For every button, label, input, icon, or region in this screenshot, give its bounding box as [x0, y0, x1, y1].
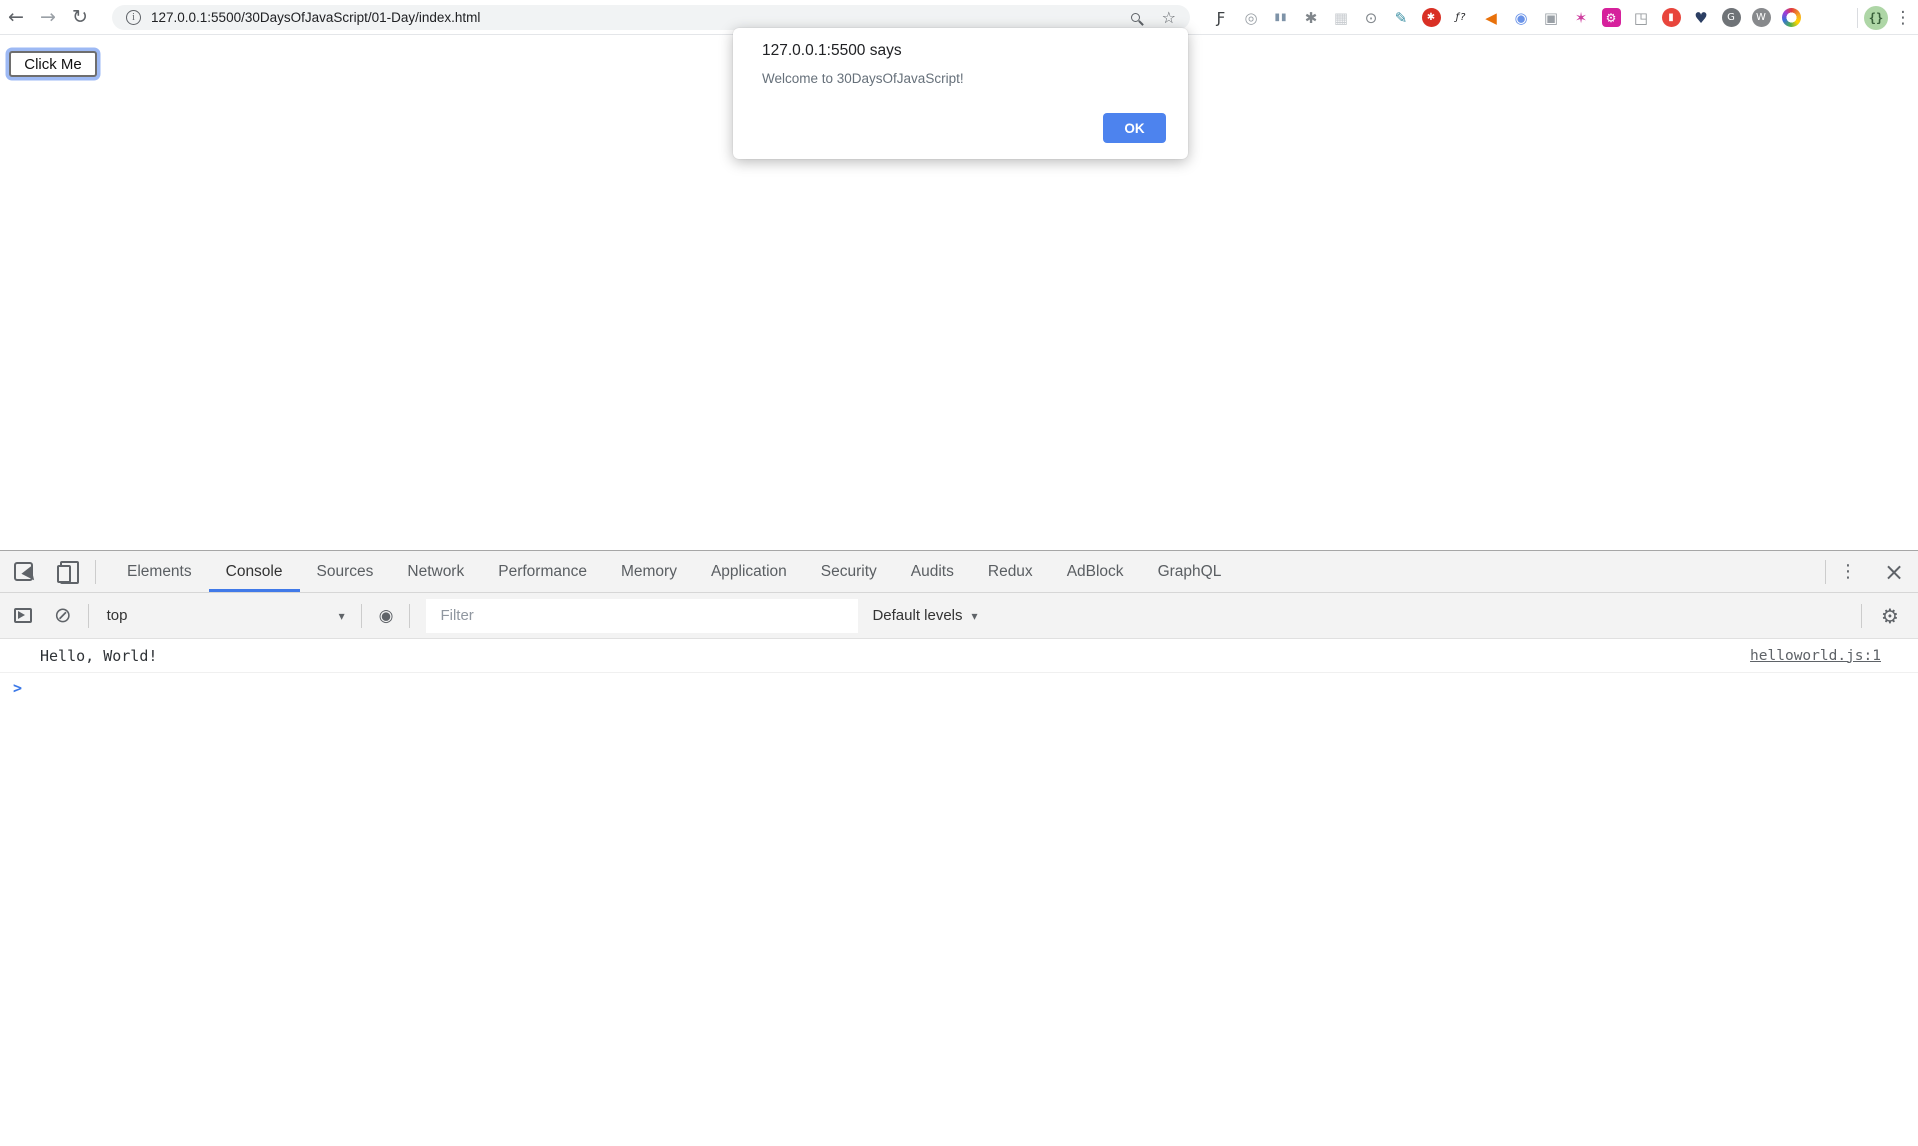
browser-menu-icon[interactable]: ⋮: [1888, 8, 1918, 28]
context-selector-value: top: [107, 607, 128, 624]
toolbar-divider: [1857, 8, 1858, 28]
devtools-panel: ElementsConsoleSourcesNetworkPerformance…: [0, 550, 1918, 1146]
tab-graphql[interactable]: GraphQL: [1141, 551, 1239, 592]
console-toolbar-divider: [409, 604, 410, 628]
inspect-element-icon[interactable]: [14, 562, 33, 581]
bookmark-icon[interactable]: ▮: [1656, 5, 1686, 31]
click-me-button[interactable]: Click Me: [9, 51, 97, 77]
grid-icon[interactable]: ▦: [1326, 5, 1356, 31]
tab-security[interactable]: Security: [804, 551, 894, 592]
log-levels-dropdown[interactable]: Default levels ▾: [872, 607, 977, 624]
chevron-down-icon: ▾: [339, 609, 345, 623]
tab-performance[interactable]: Performance: [481, 551, 604, 592]
zoom-icon[interactable]: [1131, 13, 1140, 22]
corner-arrows-icon[interactable]: ◳: [1626, 5, 1656, 31]
devtools-tabs: ElementsConsoleSourcesNetworkPerformance…: [110, 551, 1238, 592]
tabbar-divider: [95, 560, 96, 584]
tab-sources[interactable]: Sources: [300, 551, 391, 592]
gear-icon[interactable]: ⚙: [1862, 604, 1918, 628]
alert-message: Welcome to 30DaysOfJavaScript!: [762, 71, 964, 86]
live-expression-eye-icon[interactable]: ◉: [379, 606, 394, 626]
devtools-tabbar: ElementsConsoleSourcesNetworkPerformance…: [0, 551, 1918, 593]
clear-console-icon[interactable]: ⊘: [54, 605, 72, 626]
heart-search-icon[interactable]: ♥: [1686, 5, 1716, 31]
color-ring-icon[interactable]: [1776, 5, 1806, 31]
devtools-menu-icon[interactable]: ⋮: [1826, 561, 1870, 582]
blue-orb-icon[interactable]: ◉: [1506, 5, 1536, 31]
devtools-close-icon[interactable]: ×: [1870, 558, 1918, 586]
tab-console[interactable]: Console: [209, 551, 300, 592]
bookmark-star-icon[interactable]: ☆: [1162, 8, 1176, 27]
console-source-link[interactable]: helloworld.js:1: [1750, 648, 1881, 664]
g-circle-icon[interactable]: G: [1716, 5, 1746, 31]
bug-icon[interactable]: ✱: [1296, 5, 1326, 31]
back-icon[interactable]: ←: [0, 2, 32, 32]
pink-star-icon[interactable]: ✶: [1566, 5, 1596, 31]
tab-memory[interactable]: Memory: [604, 551, 694, 592]
megaphone-icon[interactable]: ◀: [1476, 5, 1506, 31]
console-toolbar-divider: [361, 604, 362, 628]
context-selector[interactable]: top ▾: [107, 607, 345, 624]
paren-circle-icon[interactable]: ⊙: [1356, 5, 1386, 31]
tab-application[interactable]: Application: [694, 551, 804, 592]
console-prompt-row[interactable]: >: [0, 673, 1918, 703]
function-icon[interactable]: ƒ?: [1446, 5, 1476, 31]
console-log-row: Hello, World! helloworld.js:1: [0, 639, 1918, 673]
columns-icon[interactable]: ▮▮: [1266, 5, 1296, 31]
camera-icon[interactable]: ▣: [1536, 5, 1566, 31]
tab-elements[interactable]: Elements: [110, 551, 209, 592]
console-prompt-chevron-icon: >: [13, 679, 22, 697]
console-toolbar: ⊘ top ▾ ◉ Default levels ▾ ⚙: [0, 593, 1918, 639]
chevron-down-icon: ▾: [972, 609, 978, 623]
log-levels-value: Default levels: [872, 607, 962, 624]
console-toolbar-divider: [88, 604, 89, 628]
url-text[interactable]: 127.0.0.1:5500/30DaysOfJavaScript/01-Day…: [151, 10, 1131, 25]
console-filter-input[interactable]: [426, 599, 858, 633]
eyedropper-icon[interactable]: ✎: [1386, 5, 1416, 31]
profile-avatar[interactable]: {}: [1864, 6, 1888, 30]
tab-redux[interactable]: Redux: [971, 551, 1050, 592]
alert-ok-button[interactable]: OK: [1103, 113, 1166, 143]
blocker-hand-icon[interactable]: ✱: [1416, 5, 1446, 31]
pink-gear-icon[interactable]: ⚙: [1596, 5, 1626, 31]
w-circle-icon[interactable]: W: [1746, 5, 1776, 31]
alert-title: 127.0.0.1:5500 says: [762, 42, 902, 60]
alert-dialog: 127.0.0.1:5500 says Welcome to 30DaysOfJ…: [733, 28, 1188, 159]
site-info-icon[interactable]: i: [126, 10, 141, 25]
console-output: Hello, World! helloworld.js:1 >: [0, 639, 1918, 1146]
extension-icons: Ƒ◎▮▮✱▦⊙✎✱ƒ?◀◉▣✶⚙◳▮♥GW: [1206, 0, 1806, 35]
reload-icon[interactable]: ↻: [64, 2, 96, 32]
orbit-icon[interactable]: ◎: [1236, 5, 1266, 31]
forward-icon[interactable]: →: [32, 2, 64, 32]
device-toolbar-icon[interactable]: [55, 561, 79, 583]
tab-adblock[interactable]: AdBlock: [1050, 551, 1141, 592]
tab-network[interactable]: Network: [390, 551, 481, 592]
console-sidebar-icon[interactable]: [14, 608, 32, 623]
fontawesome-icon[interactable]: Ƒ: [1206, 5, 1236, 31]
address-bar[interactable]: i 127.0.0.1:5500/30DaysOfJavaScript/01-D…: [112, 5, 1190, 30]
tab-audits[interactable]: Audits: [894, 551, 971, 592]
console-log-message: Hello, World!: [40, 647, 1750, 665]
